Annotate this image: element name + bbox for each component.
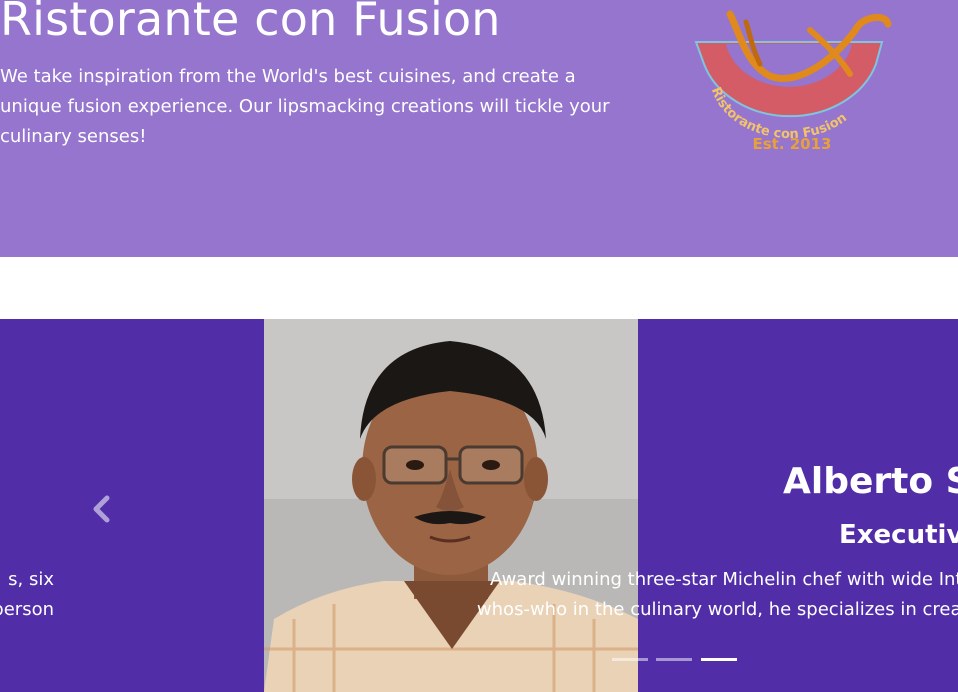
previous-slide-line: person (0, 599, 54, 620)
previous-slide-line: s, six (8, 569, 54, 590)
slide-name: Alberto Sc (783, 461, 958, 502)
carousel-indicator-active[interactable] (701, 658, 737, 661)
slide-description: Award winning three-star Michelin chef w… (474, 565, 958, 625)
previous-slide-caption: s, six person (0, 565, 54, 625)
slide-description-line: Award winning three-star Michelin chef w… (490, 569, 958, 590)
section-spacer (0, 257, 958, 319)
slide-description-line: whos-who in the culinary world, he speci… (476, 599, 958, 620)
chef-photo (264, 319, 638, 692)
slide-role: Executive (839, 520, 958, 550)
leadership-carousel[interactable]: s, six person (0, 319, 958, 692)
carousel-prev-control[interactable] (86, 489, 116, 529)
restaurant-logo: Ristorante con Fusion Est. 2013 (694, 10, 892, 153)
logo-est: Est. 2013 (752, 135, 831, 153)
carousel-indicator[interactable] (656, 658, 692, 661)
restaurant-description: We take inspiration from the World's bes… (0, 66, 610, 147)
carousel-indicator[interactable] (612, 658, 648, 661)
jumbotron: Ristorante con Fusion We take inspiratio… (0, 0, 958, 257)
chevron-left-icon (93, 495, 110, 523)
restaurant-title: Ristorante con Fusion (0, 0, 501, 46)
